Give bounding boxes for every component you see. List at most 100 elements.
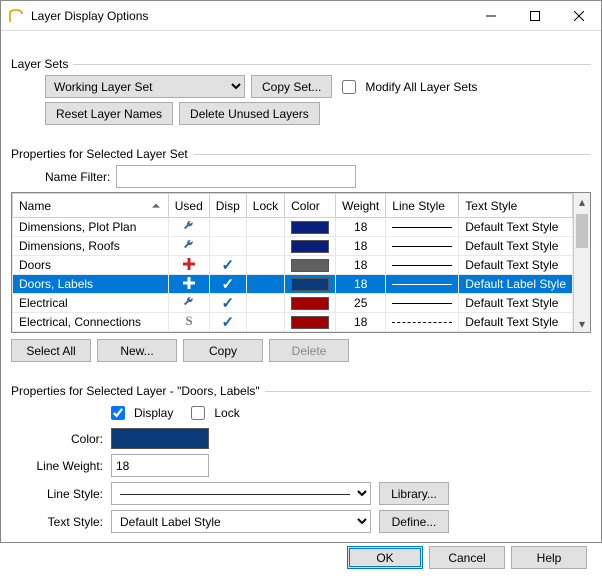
- cell-lock[interactable]: [246, 313, 284, 332]
- cell-linestyle[interactable]: [386, 313, 459, 332]
- modify-all-checkbox[interactable]: Modify All Layer Sets: [338, 77, 477, 97]
- lock-checkbox-input[interactable]: [191, 406, 205, 420]
- name-filter-input[interactable]: [116, 165, 356, 188]
- check-icon: ✓: [221, 276, 234, 293]
- cell-weight: 18: [336, 275, 386, 294]
- cell-color[interactable]: [285, 313, 336, 332]
- cell-color[interactable]: [285, 218, 336, 237]
- cell-name: Doors, Labels: [13, 275, 169, 294]
- cell-lock[interactable]: [246, 256, 284, 275]
- color-swatch-icon: [291, 221, 329, 234]
- cell-lock[interactable]: [246, 218, 284, 237]
- cell-textstyle: Default Text Style: [459, 237, 573, 256]
- cell-lock[interactable]: [246, 237, 284, 256]
- col-used[interactable]: Used: [168, 194, 209, 218]
- cell-linestyle[interactable]: [386, 294, 459, 313]
- col-weight[interactable]: Weight: [336, 194, 386, 218]
- table-row[interactable]: Doors✓18Default Text Style: [13, 256, 573, 275]
- layer-table: Name Used Disp Lock Color Weight Line St…: [11, 192, 591, 333]
- text-style-label: Text Style:: [31, 515, 103, 529]
- cell-color[interactable]: [285, 294, 336, 313]
- cell-color[interactable]: [285, 275, 336, 294]
- color-swatch-icon: [291, 316, 329, 329]
- cell-lock[interactable]: [246, 294, 284, 313]
- cell-linestyle[interactable]: [386, 275, 459, 294]
- copy-set-button[interactable]: Copy Set...: [251, 75, 332, 98]
- cell-linestyle[interactable]: [386, 256, 459, 275]
- used-icon: [181, 294, 197, 310]
- layer-sets-group: Layer Sets Working Layer Set Copy Set...…: [11, 47, 591, 125]
- col-lock[interactable]: Lock: [246, 194, 284, 218]
- svg-text:S: S: [185, 314, 192, 328]
- cell-name: Dimensions, Roofs: [13, 237, 169, 256]
- layer-sets-legend: Layer Sets: [11, 57, 73, 71]
- cell-color[interactable]: [285, 237, 336, 256]
- line-style-icon: [392, 284, 452, 285]
- define-button[interactable]: Define...: [379, 510, 449, 533]
- app-icon: [7, 7, 25, 25]
- cell-textstyle: Default Label Style: [459, 275, 573, 294]
- cell-name: Doors: [13, 256, 169, 275]
- line-style-icon: [392, 303, 452, 304]
- delete-unused-layers-button[interactable]: Delete Unused Layers: [179, 102, 320, 125]
- table-header-row: Name Used Disp Lock Color Weight Line St…: [13, 194, 573, 218]
- col-color[interactable]: Color: [285, 194, 336, 218]
- close-button[interactable]: [557, 1, 601, 31]
- cell-color[interactable]: [285, 256, 336, 275]
- display-checkbox-input[interactable]: [111, 406, 125, 420]
- cell-disp[interactable]: ✓: [209, 313, 246, 332]
- scroll-thumb[interactable]: [576, 214, 588, 248]
- line-style-select[interactable]: ────────────────────────────: [111, 482, 371, 505]
- color-label: Color:: [31, 432, 103, 446]
- col-name[interactable]: Name: [13, 194, 169, 218]
- col-disp[interactable]: Disp: [209, 194, 246, 218]
- text-style-select[interactable]: Default Label Style: [111, 510, 371, 533]
- cell-disp[interactable]: ✓: [209, 275, 246, 294]
- modify-all-checkbox-input[interactable]: [342, 80, 356, 94]
- table-row[interactable]: Dimensions, Plot Plan18Default Text Styl…: [13, 218, 573, 237]
- minimize-button[interactable]: [469, 1, 513, 31]
- lock-checkbox[interactable]: Lock: [187, 403, 239, 423]
- copy-layer-button[interactable]: Copy: [183, 339, 263, 362]
- table-row[interactable]: Doors, Labels ✓ 18 Default Label Style: [13, 275, 573, 294]
- cell-weight: 18: [336, 313, 386, 332]
- select-all-button[interactable]: Select All: [11, 339, 91, 362]
- help-button[interactable]: Help: [511, 546, 587, 569]
- table-scrollbar[interactable]: ▴ ▾: [573, 193, 590, 332]
- cell-disp[interactable]: [209, 218, 246, 237]
- color-swatch[interactable]: [111, 428, 209, 449]
- cell-disp[interactable]: [209, 237, 246, 256]
- table-row[interactable]: Dimensions, Roofs18Default Text Style: [13, 237, 573, 256]
- used-icon: [181, 237, 197, 253]
- titlebar: Layer Display Options: [1, 1, 601, 31]
- cell-linestyle[interactable]: [386, 218, 459, 237]
- delete-layer-button[interactable]: Delete: [269, 339, 349, 362]
- display-checkbox[interactable]: Display: [107, 403, 173, 423]
- color-swatch-icon: [291, 240, 329, 253]
- table-row[interactable]: Electrical✓25Default Text Style: [13, 294, 573, 313]
- line-style-icon: [392, 322, 452, 323]
- col-linestyle[interactable]: Line Style: [386, 194, 459, 218]
- new-layer-button[interactable]: New...: [97, 339, 177, 362]
- selected-set-group: Properties for Selected Layer Set Name F…: [11, 137, 591, 362]
- cell-disp[interactable]: ✓: [209, 256, 246, 275]
- library-button[interactable]: Library...: [379, 482, 449, 505]
- cell-textstyle: Default Text Style: [459, 313, 573, 332]
- cell-name: Electrical: [13, 294, 169, 313]
- layer-set-select[interactable]: Working Layer Set: [45, 75, 245, 98]
- window-title: Layer Display Options: [31, 9, 148, 23]
- scroll-up-arrow[interactable]: ▴: [574, 193, 590, 210]
- cell-disp[interactable]: ✓: [209, 294, 246, 313]
- cancel-button[interactable]: Cancel: [429, 546, 505, 569]
- scroll-down-arrow[interactable]: ▾: [574, 315, 590, 332]
- ok-button[interactable]: OK: [347, 546, 423, 569]
- cell-linestyle[interactable]: [386, 237, 459, 256]
- line-weight-input[interactable]: [111, 454, 209, 477]
- color-swatch-icon: [291, 259, 329, 272]
- maximize-button[interactable]: [513, 1, 557, 31]
- line-style-icon: [392, 265, 452, 266]
- reset-layer-names-button[interactable]: Reset Layer Names: [45, 102, 173, 125]
- table-row[interactable]: Electrical, ConnectionsS✓18Default Text …: [13, 313, 573, 332]
- cell-lock[interactable]: [246, 275, 284, 294]
- col-textstyle[interactable]: Text Style: [459, 194, 573, 218]
